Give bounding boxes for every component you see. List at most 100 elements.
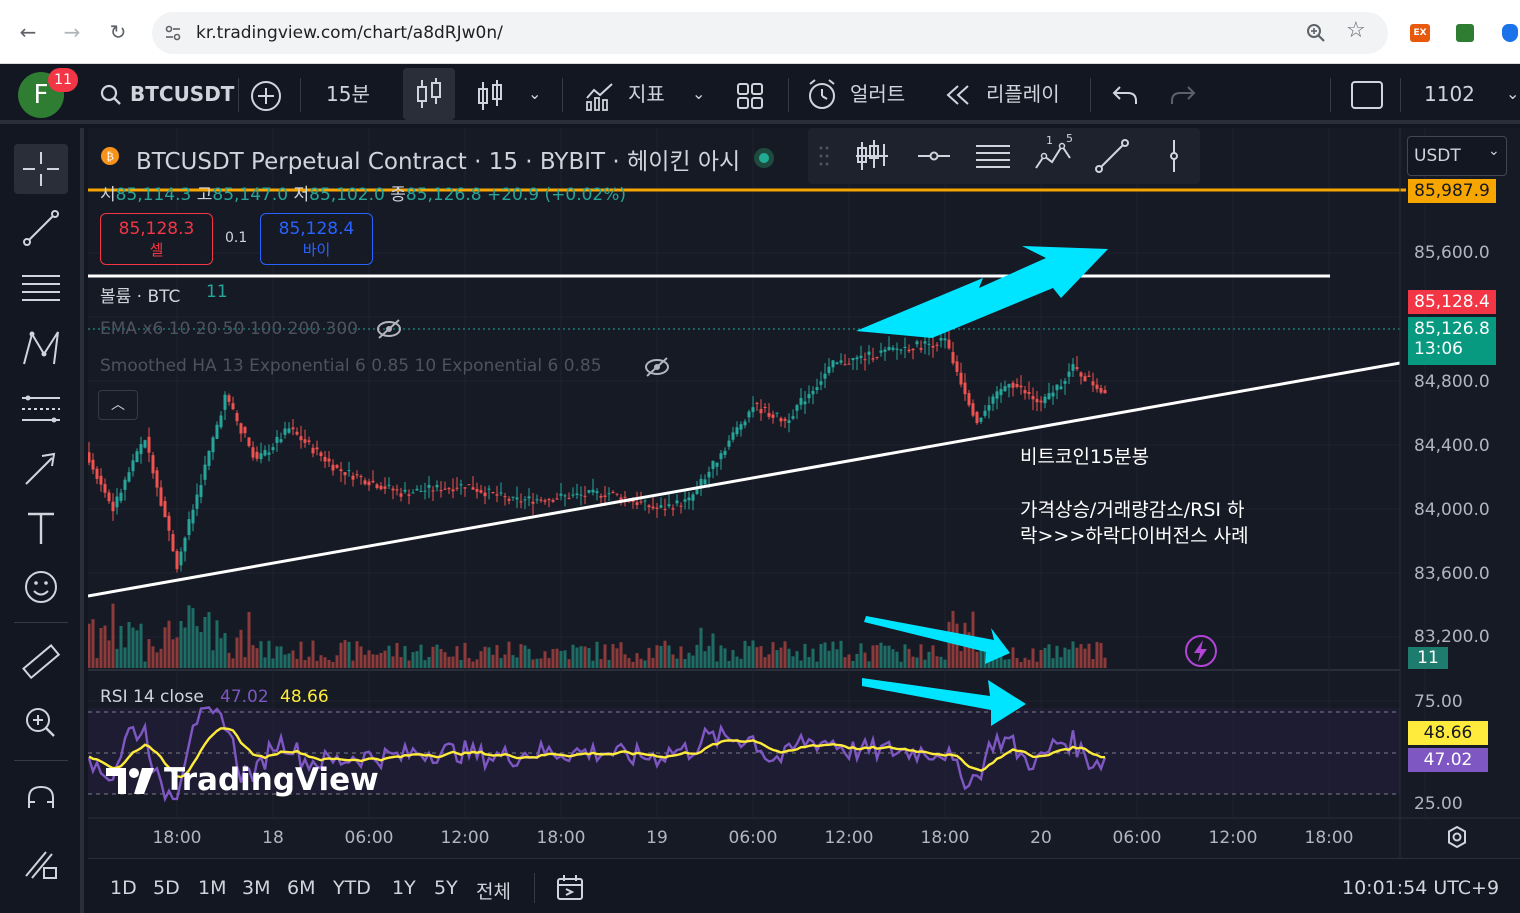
extension-ex-icon[interactable]: EX (1410, 24, 1430, 42)
range-button[interactable]: 전체 (476, 877, 511, 904)
symbol-title[interactable]: BTCUSDT Perpetual Contract · 15 · BYBIT … (136, 142, 740, 176)
candle-body (651, 506, 655, 509)
undo-icon[interactable] (1112, 84, 1138, 106)
site-settings-icon[interactable] (164, 24, 182, 42)
crosshair-tool[interactable] (14, 144, 68, 194)
arrow-price[interactable] (856, 246, 1108, 338)
chart-area[interactable]: 18:00 18 06:00 12:00 18:00 19 06:00 12:00 18:00 2… (88, 128, 1520, 858)
emoji-tool[interactable] (14, 562, 68, 612)
candles-chart-type-button[interactable] (403, 68, 455, 120)
candle-body (483, 492, 487, 497)
annotation-line-1[interactable]: 비트코인15분봉 (1020, 442, 1149, 469)
settings-gear-icon[interactable] (1446, 826, 1468, 848)
fib-tool[interactable] (14, 264, 68, 314)
volume-bar (839, 640, 843, 668)
zoom-tool[interactable] (14, 698, 68, 748)
measure-tool[interactable] (14, 638, 68, 688)
zoom-icon[interactable] (1306, 23, 1326, 43)
ema-indicator-label[interactable]: EMA x6 10 20 50 100 200 300 (100, 319, 358, 339)
search-icon[interactable] (100, 84, 122, 106)
range-button[interactable]: YTD (333, 877, 371, 899)
replay-icon[interactable] (944, 84, 972, 106)
layout-name-button[interactable]: 1102 (1424, 78, 1475, 110)
range-button[interactable]: 1M (198, 877, 226, 899)
buy-button[interactable]: 85,128.4 바이 (260, 213, 373, 265)
volume-indicator-label[interactable]: 볼륨 · BTC (100, 282, 180, 307)
sell-button[interactable]: 85,128.3 셀 (100, 213, 213, 265)
fullscreen-icon[interactable] (1350, 80, 1384, 110)
address-bar[interactable]: kr.tradingview.com/chart/a8dRJw0n/ ☆ (152, 12, 1388, 54)
hidden-eye-icon[interactable] (376, 318, 402, 340)
currency-selector[interactable]: USDT ⌄ (1407, 136, 1507, 176)
chevron-down-icon[interactable]: ⌄ (1506, 78, 1519, 110)
alert-price-badge[interactable]: 85,987.9 (1408, 179, 1496, 203)
rsi-indicator-label[interactable]: RSI 14 close (100, 687, 204, 707)
back-arrow-icon[interactable]: ← (16, 20, 40, 44)
range-button[interactable]: 5D (153, 877, 180, 899)
vertical-line-icon[interactable] (1156, 138, 1192, 174)
annotation-line-3[interactable]: 락>>>하락다이버전스 사례 (1020, 521, 1249, 548)
volume-bar (883, 645, 887, 668)
indicators-button[interactable]: 지표 (628, 78, 665, 110)
elliott-wave-icon[interactable]: 1 5 (1032, 132, 1072, 174)
hidden-eye-icon[interactable] (644, 356, 670, 378)
trend-line-icon[interactable] (1094, 138, 1130, 174)
pattern-tool[interactable] (14, 324, 68, 374)
text-tool[interactable] (14, 504, 68, 554)
bookmark-star-icon[interactable]: ☆ (1346, 18, 1366, 43)
volume-bar (899, 661, 903, 668)
chevron-down-icon[interactable]: ⌄ (692, 78, 705, 110)
brush-tool[interactable] (14, 444, 68, 494)
horizontal-ray-icon[interactable] (916, 138, 952, 174)
range-button[interactable]: 5Y (434, 877, 458, 899)
indicators-icon[interactable] (584, 80, 616, 112)
range-button[interactable]: 3M (242, 877, 270, 899)
layout-grid-icon[interactable] (736, 82, 764, 110)
forecast-tool[interactable] (14, 384, 68, 434)
volume-bar (831, 641, 835, 668)
candles-tool-icon[interactable] (854, 138, 890, 174)
volume-bar (435, 644, 439, 668)
volume-bar (431, 646, 435, 668)
alerts-button[interactable]: 얼러트 (850, 78, 905, 110)
lock-drawing-tool[interactable] (14, 838, 68, 888)
parallel-channel-icon[interactable] (974, 138, 1012, 174)
reload-icon[interactable]: ↻ (106, 20, 130, 44)
trend-line-tool[interactable] (14, 204, 68, 254)
add-symbol-icon[interactable] (250, 80, 282, 112)
magnet-tool[interactable] (14, 778, 68, 828)
rsi-ma-indicator-value: 48.66 (280, 687, 329, 707)
volume-bar (887, 645, 891, 668)
url-text[interactable]: kr.tradingview.com/chart/a8dRJw0n/ (196, 23, 503, 43)
redo-icon[interactable] (1170, 84, 1196, 106)
candle-body (803, 401, 807, 405)
collapse-legend-button[interactable]: ︿ (98, 390, 138, 420)
volume-bar (627, 658, 631, 668)
candle-body (399, 493, 403, 497)
chevron-down-icon[interactable]: ⌄ (528, 78, 541, 110)
clock-timezone[interactable]: 10:01:54 UTC+9 (1342, 877, 1499, 899)
candle-body (867, 351, 871, 355)
range-button[interactable]: 1D (110, 877, 137, 899)
candle-body (851, 358, 855, 361)
lightning-icon[interactable] (1184, 634, 1218, 668)
bars-icon[interactable] (476, 80, 504, 112)
smoothed-ha-indicator-label[interactable]: Smoothed HA 13 Exponential 6 0.85 10 Exp… (100, 356, 602, 376)
ascending-trend-line[interactable] (88, 361, 1401, 598)
candle-body (543, 500, 547, 502)
date-range-icon[interactable] (554, 873, 586, 903)
range-button[interactable]: 1Y (392, 877, 416, 899)
extension-green-icon[interactable] (1456, 24, 1474, 42)
interval-button[interactable]: 15분 (326, 78, 370, 110)
annotation-line-2[interactable]: 가격상승/거래량감소/RSI 하 (1020, 495, 1245, 522)
alarm-clock-icon[interactable] (806, 78, 840, 112)
extension-shield-icon[interactable] (1502, 24, 1518, 42)
range-button[interactable]: 6M (287, 877, 315, 899)
symbol-search-button[interactable]: BTCUSDT (130, 78, 234, 110)
market-status-indicator[interactable] (754, 148, 774, 168)
time-axis[interactable]: 18:00 18 06:00 12:00 18:00 19 06:00 12:00 18:00 2… (153, 828, 1354, 848)
forward-arrow-icon[interactable]: → (60, 20, 84, 44)
replay-button[interactable]: 리플레이 (986, 78, 1060, 110)
drag-handle-icon[interactable] (818, 144, 830, 168)
drawing-floating-toolbar[interactable]: 1 5 (808, 128, 1200, 184)
